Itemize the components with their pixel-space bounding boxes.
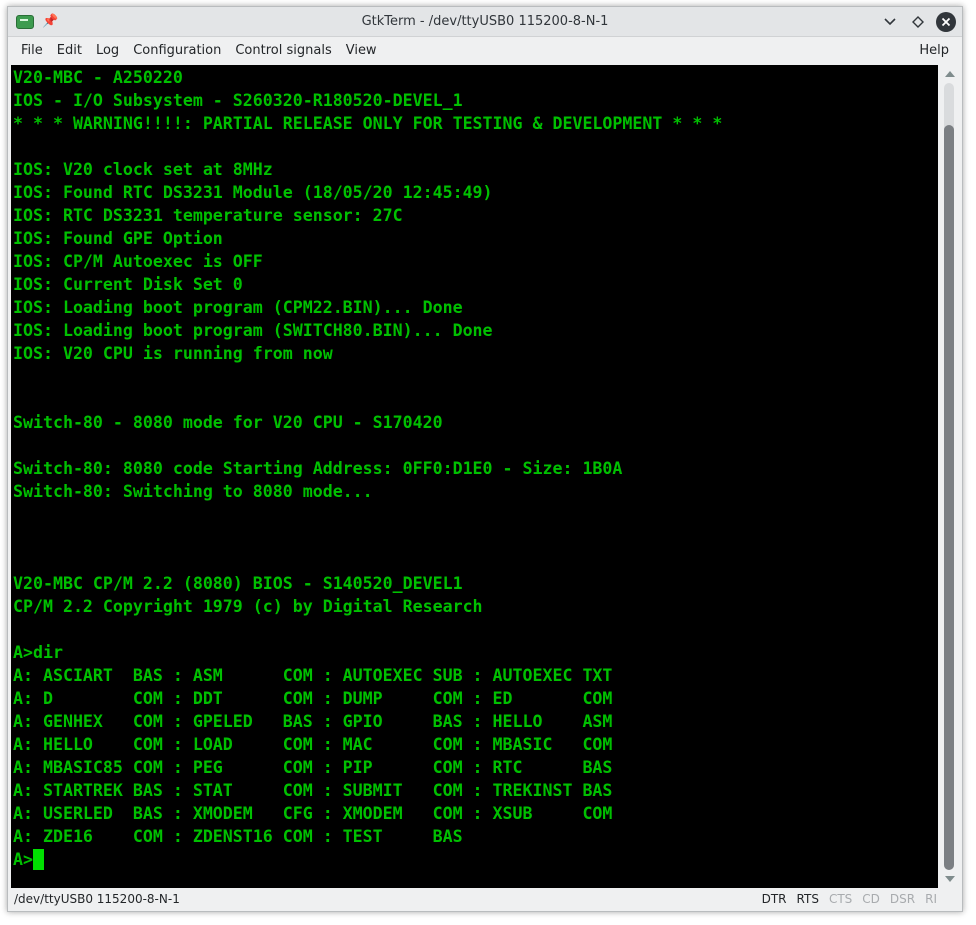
window-controls [880,12,956,32]
minimize-button[interactable] [880,12,900,32]
terminal-line: IOS: Loading boot program (SWITCH80.BIN)… [13,321,493,340]
status-bar: /dev/ttyUSB0 115200-8-N-1 DTR RTS CTS CD DSR… [8,888,962,912]
scrollbar-thumb[interactable] [944,125,954,870]
scroll-up-arrow-icon[interactable] [945,71,955,77]
menu-control-signals[interactable]: Control signals [228,37,338,65]
terminal-line: A: D COM : DDT COM : DUMP COM : ED COM [13,689,613,708]
close-icon [941,17,951,27]
terminal-line: A: STARTREK BAS : STAT COM : SUBMIT COM … [13,781,613,800]
signal-dsr: DSR [889,892,916,906]
signal-cts: CTS [828,892,853,906]
menu-help[interactable]: Help [919,37,949,65]
terminal-output: V20-MBC - A250220 IOS - I/O Subsystem - S… [13,66,722,871]
terminal-line: A: MBASIC85 COM : PEG COM : PIP COM : RT… [13,758,613,777]
terminal-line: V20-MBC - A250220 [13,68,183,87]
terminal-screen[interactable]: V20-MBC - A250220 IOS - I/O Subsystem - S… [11,65,938,888]
terminal-line: Switch-80: 8080 code Starting Address: 0… [13,459,623,478]
control-signals-indicators: DTR RTS CTS CD DSR RI [762,888,937,910]
window-title: GtkTerm - /dev/ttyUSB0 115200-8-N-1 [361,14,609,29]
terminal-cursor [32,849,44,870]
terminal-line: IOS: Found RTC DS3231 Module (18/05/20 1… [13,183,493,202]
diamond-maximize-icon [912,16,924,28]
terminal-line: * * * WARNING!!!!: PARTIAL RELEASE ONLY … [13,114,723,133]
vertical-scrollbar[interactable] [940,65,960,888]
menu-log[interactable]: Log [89,37,126,65]
terminal-line: Switch-80: Switching to 8080 mode... [13,482,373,501]
signal-rts: RTS [796,892,819,906]
terminal-line: V20-MBC CP/M 2.2 (8080) BIOS - S140520_D… [13,574,463,593]
terminal-line: IOS: Found GPE Option [13,229,223,248]
terminal-line: CP/M 2.2 Copyright 1979 (c) by Digital R… [13,597,483,616]
terminal-line: A: GENHEX COM : GPELED BAS : GPIO BAS : … [13,712,613,731]
signal-ri: RI [925,892,937,906]
terminal-line: IOS: CP/M Autoexec is OFF [13,252,263,271]
terminal-line: IOS: V20 clock set at 8MHz [13,160,273,179]
status-port-settings: /dev/ttyUSB0 115200-8-N-1 [14,892,180,906]
close-button[interactable] [936,12,956,32]
terminal-prompt: A> [13,850,33,869]
maximize-button[interactable] [908,12,928,32]
scroll-down-arrow-icon[interactable] [945,876,955,882]
menu-edit[interactable]: Edit [50,37,89,65]
menu-file[interactable]: File [8,37,50,65]
signal-cd: CD [862,892,880,906]
terminal-line: IOS: V20 CPU is running from now [13,344,333,363]
terminal-line: IOS: RTC DS3231 temperature sensor: 27C [13,206,403,225]
terminal-line: A: HELLO COM : LOAD COM : MAC COM : MBAS… [13,735,613,754]
terminal-line: IOS - I/O Subsystem - S260320-R180520-DE… [13,91,463,110]
menu-view[interactable]: View [339,37,384,65]
title-bar[interactable]: 📌 GtkTerm - /dev/ttyUSB0 115200-8-N-1 [8,7,962,37]
terminal-prompt-line: A> [13,848,722,871]
terminal-line: A>dir [13,643,63,662]
gtkterm-window: 📌 GtkTerm - /dev/ttyUSB0 115200-8-N-1 Fi… [7,6,963,912]
terminal-line: A: USERLED BAS : XMODEM CFG : XMODEM COM… [13,804,613,823]
menu-bar: File Edit Log Configuration Control sign… [8,37,962,65]
terminal-line: A: ZDE16 COM : ZDENST16 COM : TEST BAS [13,827,463,846]
terminal-line: Switch-80 - 8080 mode for V20 CPU - S170… [13,413,443,432]
signal-dtr: DTR [761,892,787,906]
terminal-line: IOS: Loading boot program (CPM22.BIN)...… [13,298,463,317]
terminal-line: IOS: Current Disk Set 0 [13,275,243,294]
chevron-down-icon [884,18,896,26]
menu-configuration[interactable]: Configuration [126,37,228,65]
terminal-line: A: ASCIART BAS : ASM COM : AUTOEXEC SUB … [13,666,613,685]
